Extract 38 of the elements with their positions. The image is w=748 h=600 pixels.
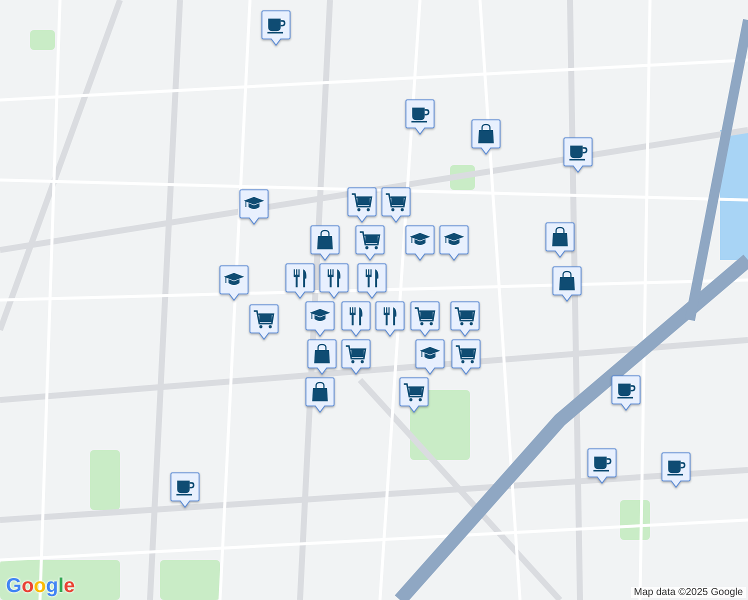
- shopping-cart-pin-icon[interactable]: [347, 187, 377, 223]
- graduation-cap-pin-icon[interactable]: [219, 265, 249, 301]
- shopping-cart-pin-icon[interactable]: [341, 339, 371, 375]
- shopping-bag-pin-icon[interactable]: [305, 377, 335, 413]
- fork-knife-pin-icon[interactable]: [341, 301, 371, 337]
- coffee-cup-pin-icon[interactable]: [611, 375, 641, 411]
- coffee-cup-pin-icon[interactable]: [405, 99, 435, 135]
- shopping-bag-pin-icon[interactable]: [552, 266, 582, 302]
- coffee-cup-pin-icon[interactable]: [661, 452, 691, 488]
- park-area: [30, 30, 55, 50]
- shopping-cart-pin-icon[interactable]: [355, 225, 385, 261]
- shopping-bag-pin-icon[interactable]: [471, 119, 501, 155]
- shopping-cart-pin-icon[interactable]: [399, 377, 429, 413]
- shopping-cart-pin-icon[interactable]: [451, 339, 481, 375]
- coffee-cup-pin-icon[interactable]: [563, 137, 593, 173]
- attribution-text: Map data ©2025 Google: [630, 587, 746, 598]
- park-area: [90, 450, 120, 510]
- graduation-cap-pin-icon[interactable]: [239, 189, 269, 225]
- fork-knife-pin-icon[interactable]: [319, 263, 349, 299]
- graduation-cap-pin-icon[interactable]: [305, 301, 335, 337]
- coffee-cup-pin-icon[interactable]: [170, 472, 200, 508]
- fork-knife-pin-icon[interactable]: [357, 263, 387, 299]
- shopping-cart-pin-icon[interactable]: [381, 187, 411, 223]
- fork-knife-pin-icon[interactable]: [285, 263, 315, 299]
- shopping-cart-pin-icon[interactable]: [450, 301, 480, 337]
- graduation-cap-pin-icon[interactable]: [405, 225, 435, 261]
- shopping-cart-pin-icon[interactable]: [249, 304, 279, 340]
- shopping-bag-pin-icon[interactable]: [310, 225, 340, 261]
- fork-knife-pin-icon[interactable]: [375, 301, 405, 337]
- graduation-cap-pin-icon[interactable]: [439, 225, 469, 261]
- google-logo[interactable]: Google: [6, 576, 75, 596]
- coffee-cup-pin-icon[interactable]: [261, 10, 291, 46]
- coffee-cup-pin-icon[interactable]: [587, 448, 617, 484]
- park-area: [160, 560, 220, 600]
- shopping-bag-pin-icon[interactable]: [307, 339, 337, 375]
- shopping-bag-pin-icon[interactable]: [545, 222, 575, 258]
- shopping-cart-pin-icon[interactable]: [410, 301, 440, 337]
- graduation-cap-pin-icon[interactable]: [415, 339, 445, 375]
